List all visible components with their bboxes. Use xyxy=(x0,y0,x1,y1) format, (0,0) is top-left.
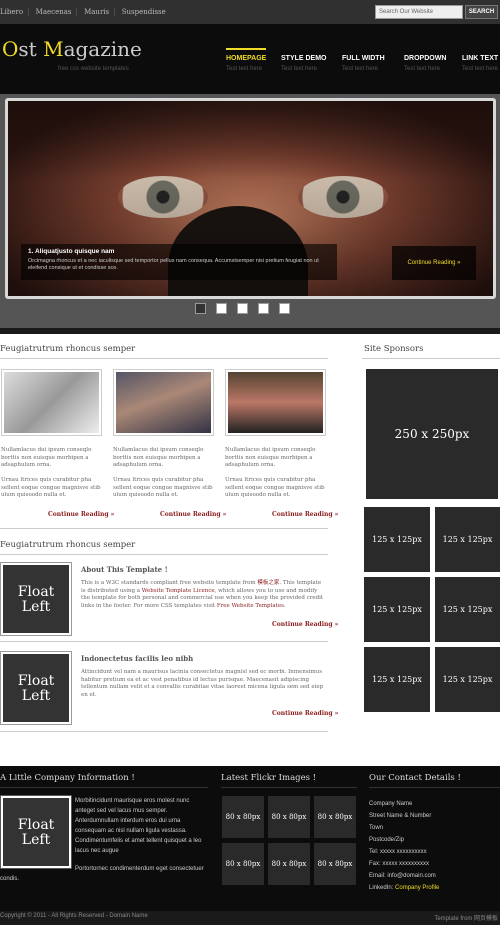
contact-company: Company Name xyxy=(369,801,413,807)
column-3-text-1: Nullamlacus dui ipsum conseqlo borttis n… xyxy=(225,447,316,468)
top-link-4[interactable]: Suspendisse xyxy=(122,8,166,16)
post-1-text: This is a W3C standards compliant free w… xyxy=(81,580,324,609)
top-links: Libero | Maecenas | Mauris | Suspendisse xyxy=(0,8,166,16)
sponsor-ad-small-3[interactable]: 125 x 125px xyxy=(364,577,430,642)
float-left-image-2: Float Left xyxy=(0,651,72,725)
footer-about-text-2: Portortornec condimenterdum eget consect… xyxy=(0,866,204,882)
main-content: Feugiatrutrum rhoncus semper Nullamlacus… xyxy=(0,334,500,766)
column-3-text-2: Urnau ltrices quis curabitur pha sellent… xyxy=(225,477,325,498)
post-2-title[interactable]: Indonectetus facilis leo nibh xyxy=(81,654,193,663)
flickr-image-5[interactable]: 80 x 80px xyxy=(268,843,310,885)
copyright-bar: Copyright © 2011 - All Rights Reserved -… xyxy=(0,911,500,925)
contact-fax: Fax: xxxxx xxxxxxxxxx xyxy=(369,861,430,867)
post-1-title[interactable]: About This Template ! xyxy=(81,565,168,574)
sidebar-title: Site Sponsors xyxy=(364,344,424,354)
slider-dot-4[interactable] xyxy=(258,303,269,314)
post-2-continue-link[interactable]: Continue Reading » xyxy=(272,710,338,717)
contact-tel: Tel: xxxxx xxxxxxxxxx xyxy=(369,849,427,855)
footer-flickr-title: Latest Flickr Images ! xyxy=(221,773,317,783)
contact-postcode: Postcode/Zip xyxy=(369,837,405,843)
top-link-2[interactable]: Maecenas xyxy=(36,8,72,16)
slider-frame: 1. Aliquatjusto quisque nam Orcimagna rh… xyxy=(5,98,496,299)
sponsor-ad-large[interactable]: 250 x 250px xyxy=(366,369,498,499)
flickr-image-1[interactable]: 80 x 80px xyxy=(222,796,264,838)
contact-email[interactable]: Email: info@domain.com xyxy=(369,870,439,882)
column-2-text-1: Nullamlacus dui ipsum conseqlo borttis n… xyxy=(113,447,204,468)
slide-caption-text: Orcimagna rhoncus et a nec iaculisque se… xyxy=(28,258,319,271)
top-link-3[interactable]: Mauris xyxy=(84,8,109,16)
footer-contact-title: Our Contact Details ! xyxy=(369,773,461,783)
top-bar: Libero | Maecenas | Mauris | Suspendisse Se… xyxy=(0,0,500,24)
site-logo[interactable]: Ost Magazine xyxy=(2,37,142,61)
sponsor-ad-small-5[interactable]: 125 x 125px xyxy=(364,647,430,712)
slider-dot-2[interactable] xyxy=(216,303,227,314)
slide-continue-button[interactable]: Continue Reading » xyxy=(392,246,476,280)
slide-caption: 1. Aliquatjusto quisque nam Orcimagna rh… xyxy=(21,244,337,280)
linkedin-profile-link[interactable]: Company Profile xyxy=(395,885,439,891)
top-link-1[interactable]: Libero xyxy=(0,8,23,16)
column-3-continue-link[interactable]: Continue Reading » xyxy=(272,511,338,518)
column-2-text-2: Urnau ltrices quis curabitur pha sellent… xyxy=(113,477,213,498)
slider-dot-5[interactable] xyxy=(279,303,290,314)
post-2-text: Attincidunt vel nam a maurisus lacinia c… xyxy=(81,669,324,698)
site-tagline: free css website templates xyxy=(58,66,129,72)
float-left-image-1: Float Left xyxy=(0,562,72,636)
contact-linkedin: LinkedIn: Company Profile xyxy=(369,885,440,891)
sponsor-ad-small-1[interactable]: 125 x 125px xyxy=(364,507,430,572)
contact-street: Street Name & Number xyxy=(369,813,432,819)
search-input[interactable]: Search Our Website xyxy=(375,5,463,19)
column-1-text-1: Nullamlacus dui ipsum conseqlo borttis n… xyxy=(1,447,92,468)
footer-float-left-image: Float Left xyxy=(0,795,72,869)
copyright-text: Copyright © 2011 - All Rights Reserved -… xyxy=(0,913,148,919)
contact-town: Town xyxy=(369,825,384,831)
column-1-continue-link[interactable]: Continue Reading » xyxy=(48,511,114,518)
section-title-2: Feugiatrutrum rhoncus semper xyxy=(0,540,136,550)
sponsor-ad-small-2[interactable]: 125 x 125px xyxy=(435,507,500,572)
column-2-continue-link[interactable]: Continue Reading » xyxy=(160,511,226,518)
post-1-link-licence[interactable]: Website Template Licence xyxy=(142,588,215,594)
header: Ost Magazine free css website templates … xyxy=(0,24,500,94)
footer-contact-details: Company Name Street Name & Number Town P… xyxy=(369,798,439,894)
post-1-link-templates[interactable]: Free Website Templates xyxy=(217,603,284,609)
slider-dot-3[interactable] xyxy=(237,303,248,314)
post-1-link-site[interactable]: 模板之家 xyxy=(257,580,279,586)
flickr-image-4[interactable]: 80 x 80px xyxy=(222,843,264,885)
slider-dot-1[interactable] xyxy=(195,303,206,314)
sponsor-ad-small-4[interactable]: 125 x 125px xyxy=(435,577,500,642)
thumb-camera-crowd[interactable] xyxy=(113,369,214,436)
section-title-1: Feugiatrutrum rhoncus semper xyxy=(0,344,136,354)
sponsor-ad-small-6[interactable]: 125 x 125px xyxy=(435,647,500,712)
featured-slider: 1. Aliquatjusto quisque nam Orcimagna rh… xyxy=(0,94,500,328)
post-1-continue-link[interactable]: Continue Reading » xyxy=(272,621,338,628)
footer-about-title: A Little Company Information ! xyxy=(0,773,135,783)
footer: A Little Company Information ! Float Left… xyxy=(0,766,500,911)
footer-about-text: Morbitincidunt maurisque eros molest nun… xyxy=(75,798,202,854)
thumb-glasses[interactable] xyxy=(1,369,102,436)
search-button[interactable]: SEARCH xyxy=(465,5,498,19)
flickr-image-6[interactable]: 80 x 80px xyxy=(314,843,356,885)
flickr-image-3[interactable]: 80 x 80px xyxy=(314,796,356,838)
flickr-image-2[interactable]: 80 x 80px xyxy=(268,796,310,838)
column-1-text-2: Urnau ltrices quis curabitur pha sellent… xyxy=(1,477,101,498)
template-credit[interactable]: Template from 网页模板 xyxy=(434,913,498,922)
slide-caption-title: 1. Aliquatjusto quisque nam xyxy=(28,248,115,255)
thumb-photographers[interactable] xyxy=(225,369,326,436)
